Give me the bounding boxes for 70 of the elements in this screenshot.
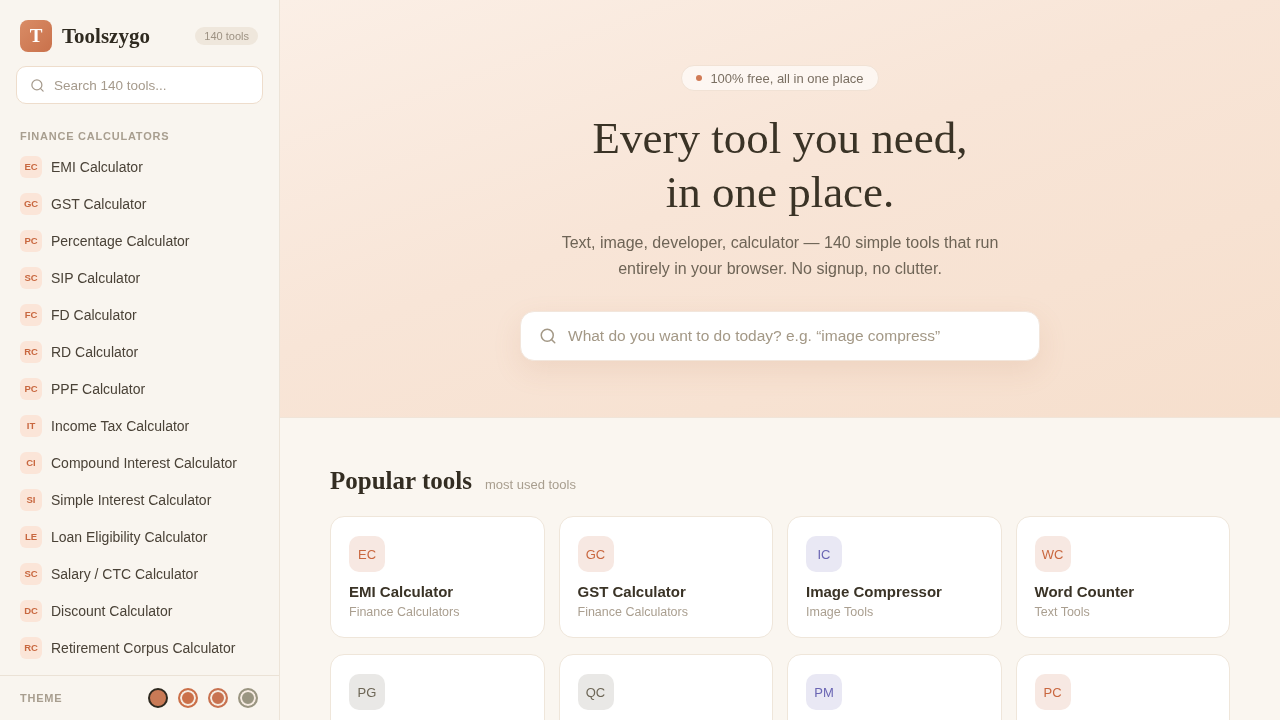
initials-tile: SI <box>20 488 42 511</box>
sidebar-item[interactable]: CI Compound Interest Calculator <box>0 444 279 481</box>
tool-card[interactable]: GC GST Calculator Finance Calculators <box>558 516 773 638</box>
initials-tile: WC <box>1034 536 1071 572</box>
hero-subtitle: Text, image, developer, calculator — 140 simple tools that run entirely in your browser. No signup, no clutter. <box>560 233 1000 279</box>
sidebar-item[interactable]: SC Salary / CTC Calculator <box>0 555 279 592</box>
initials-tile: PC <box>1034 674 1071 710</box>
initials-tile: RC <box>20 340 42 363</box>
initials-tile: SC <box>20 266 42 289</box>
sidebar-search-field[interactable]: Search 140 tools... <box>16 66 263 104</box>
initials-tile: RC <box>20 636 42 659</box>
tool-card[interactable]: EC EMI Calculator Finance Calculators <box>330 516 545 638</box>
initials-tile: PC <box>20 377 42 400</box>
sidebar-item[interactable]: SI Simple Interest Calculator <box>0 481 279 518</box>
tool-category: Finance Calculators <box>349 604 460 621</box>
sidebar-item[interactable]: PC Percentage Calculator <box>0 222 279 259</box>
tool-card[interactable]: QC <box>558 654 773 720</box>
tool-count-pill: 140 tools <box>195 27 258 45</box>
theme-swatch-icon[interactable] <box>178 688 198 708</box>
initials-tile: DC <box>20 599 42 622</box>
tool-card[interactable]: PG <box>330 654 545 720</box>
tool-card[interactable]: PM <box>787 654 1002 720</box>
tool-card[interactable]: WC Word Counter Text Tools <box>1015 516 1230 638</box>
sidebar-item[interactable]: FC FD Calculator <box>0 296 279 333</box>
initials-tile: LE <box>20 525 42 548</box>
logo-tile: T <box>20 20 52 52</box>
tool-category: Finance Calculators <box>577 604 688 621</box>
initials-tile: EC <box>20 155 42 178</box>
sidebar-item[interactable]: IT Income Tax Calculator <box>0 407 279 444</box>
search-icon <box>539 327 557 345</box>
pill-text: 100% free, all in one place <box>710 70 864 86</box>
initials-tile: SC <box>20 562 42 585</box>
sidebar-item[interactable]: LE Loan Eligibility Calculator <box>0 518 279 555</box>
search-input[interactable]: Search 140 tools... <box>54 67 262 103</box>
tool-name: Image Compressor <box>806 582 942 602</box>
initials-tile: IC <box>806 536 842 572</box>
tool-name: EMI Calculator <box>349 582 454 602</box>
initials-tile: QC <box>577 674 614 710</box>
theme-swatch-icon[interactable] <box>148 688 168 708</box>
tool-name: Word Counter <box>1034 582 1135 602</box>
tool-category: Text Tools <box>1034 604 1090 621</box>
hero-title: Every tool you need, in one place. <box>591 112 969 219</box>
brand-name: Toolszygo <box>62 23 150 49</box>
search-icon <box>30 77 45 93</box>
sidebar-item[interactable]: GC GST Calculator <box>0 185 279 222</box>
theme-swatch-icon[interactable] <box>208 688 228 708</box>
section-title: FINANCE CALCULATORS <box>20 130 171 142</box>
sidebar-item[interactable]: PC PPF Calculator <box>0 370 279 407</box>
initials-tile: GC <box>20 192 42 215</box>
sidebar-item[interactable]: DC Discount Calculator <box>0 592 279 629</box>
section-subheading: most used tools <box>484 477 576 492</box>
sidebar-item[interactable]: EC EMI Calculator <box>0 148 279 185</box>
initials-tile: PM <box>806 674 842 710</box>
dot-icon <box>696 75 703 81</box>
sidebar-item[interactable]: RC RD Calculator <box>0 333 279 370</box>
theme-label: THEME <box>20 692 63 704</box>
tool-card[interactable]: IC Image Compressor Image Tools <box>787 516 1002 638</box>
initials-tile: EC <box>349 536 385 572</box>
initials-tile: CI <box>20 451 42 474</box>
initials-tile: IT <box>20 414 42 437</box>
section-heading: Popular tools <box>330 466 472 496</box>
tool-name: GST Calculator <box>577 582 686 602</box>
sidebar-item[interactable]: SC SIP Calculator <box>0 259 279 296</box>
initials-tile: PG <box>349 674 385 710</box>
tool-category: Image Tools <box>806 604 874 621</box>
theme-swatch-icon[interactable] <box>238 688 258 708</box>
sidebar-item[interactable]: RC Retirement Corpus Calculator <box>0 629 279 666</box>
initials-tile: PC <box>20 229 42 252</box>
initials-tile: GC <box>577 536 614 572</box>
initials-tile: FC <box>20 303 42 326</box>
